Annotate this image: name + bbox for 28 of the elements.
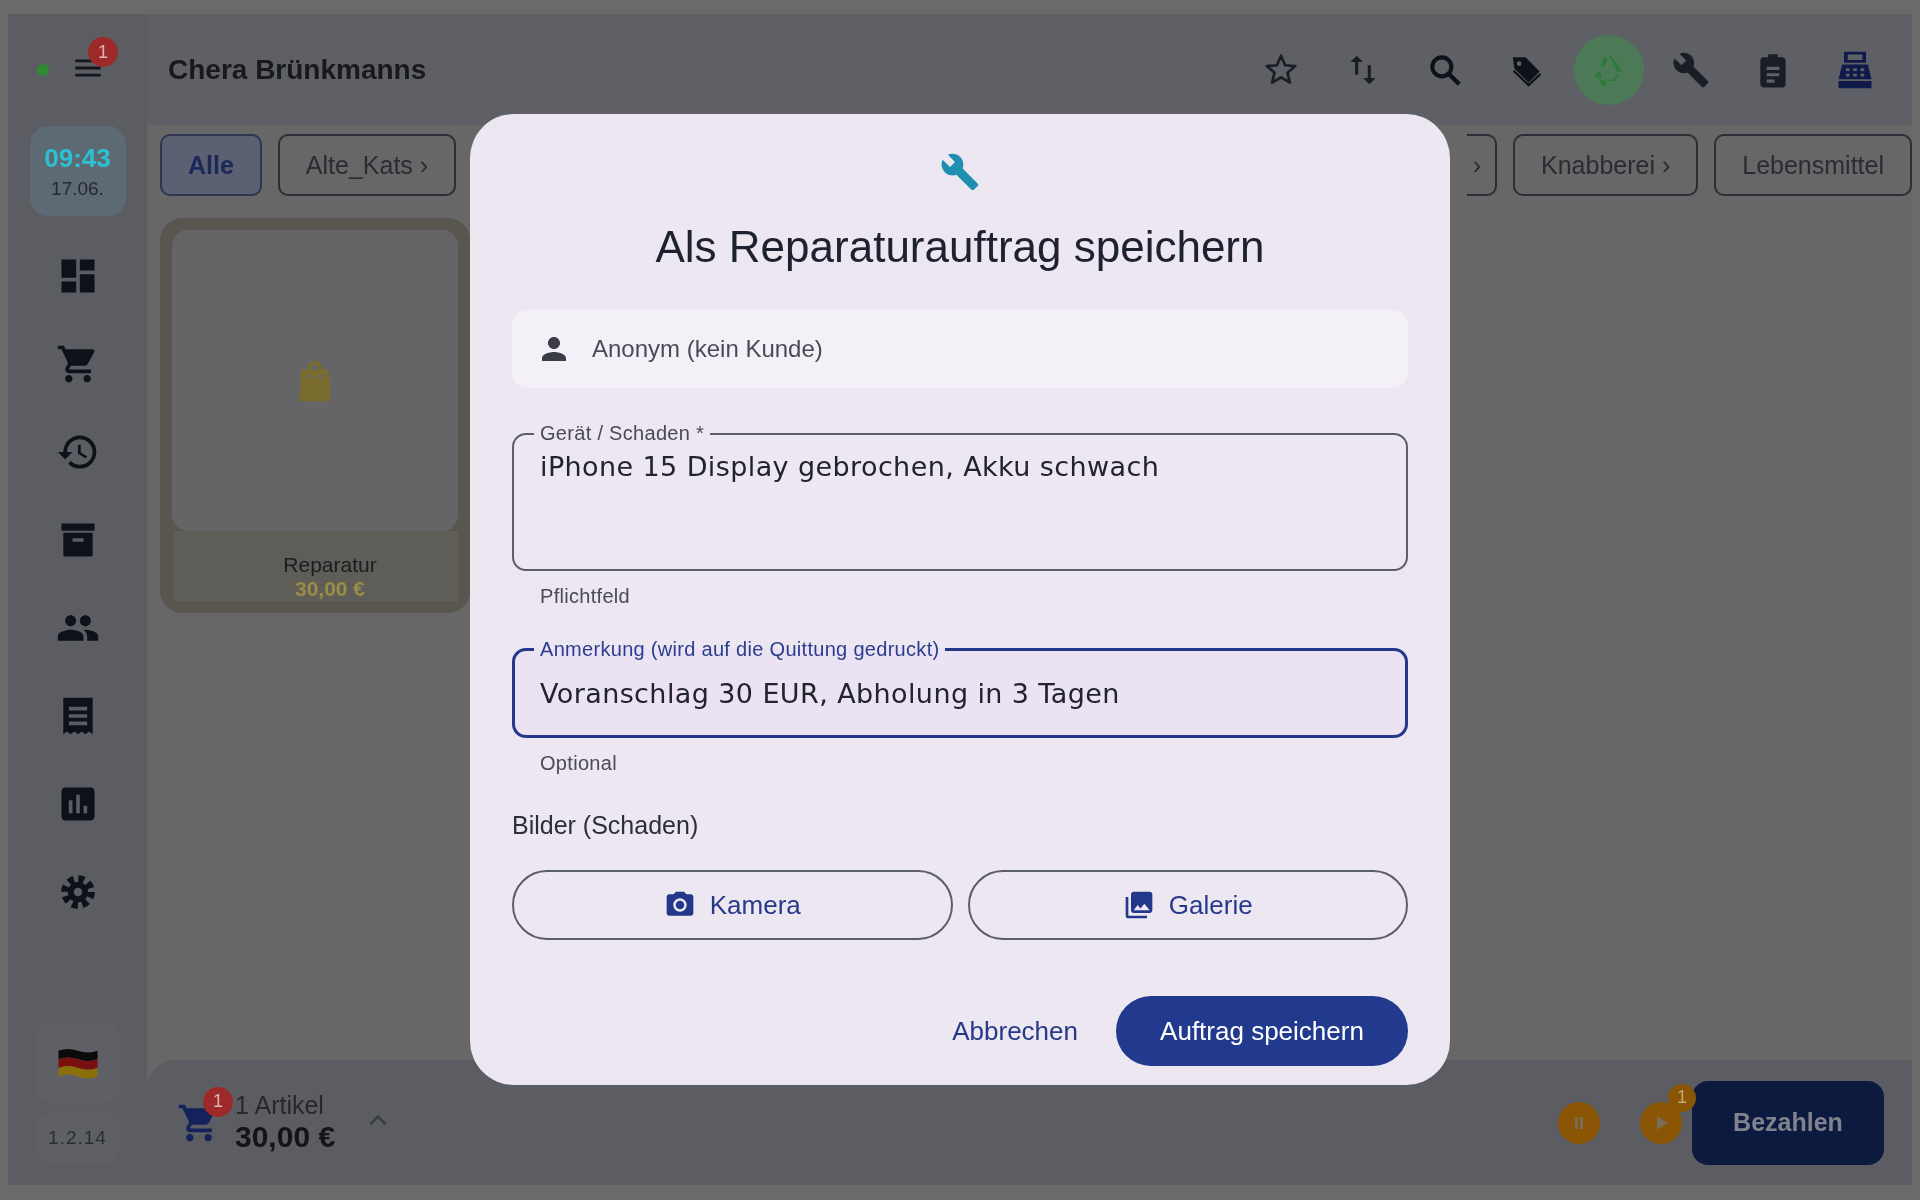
helper-text: Optional [540,752,618,775]
field-label: Anmerkung (wird auf die Quittung gedruckt) [540,638,940,660]
clock-time: 09:43 [44,142,111,174]
cart-badge: 1 [203,1086,233,1117]
camera-button[interactable]: Kamera [512,870,953,940]
user-name: Chera Brünkmanns [168,53,428,86]
text-input[interactable]: iPhone 15 Display gebrochen, Akku schwach [540,451,1380,551]
parked-badge: 1 [1668,1083,1696,1112]
images-label: Bilder (Schaden) [512,811,700,840]
wrench-icon [1672,50,1710,89]
notification-badge: 1 [88,37,118,67]
wrench-icon [940,152,980,192]
dialog-title: Als Reparaturauftrag speichern [655,222,1265,272]
cancel-button[interactable]: Abbrechen [944,1005,1086,1057]
cart-total: 30,00 € [235,1120,336,1154]
customer-selector[interactable]: Anonym (kein Kunde) [512,310,1408,388]
helper-text: Pflichtfeld [540,585,631,608]
product-name: Reparatur [283,553,377,577]
pay-button[interactable]: Bezahlen [1692,1080,1884,1165]
text-input[interactable]: Voranschlag 30 EUR, Abholung in 3 Tagen [540,663,1380,723]
save-order-button[interactable]: Auftrag speichern [1116,996,1408,1066]
input-field[interactable]: Anmerkung (wird auf die Quittung gedruckt) Voranschlag 30 EUR, Abholung in 3 Tagen [512,638,1408,738]
field-label: Gerät / Schaden * [540,422,705,444]
flag-icon [55,1047,100,1079]
product-price: 30,00 € [294,577,366,601]
input-field[interactable]: Gerät / Schaden * iPhone 15 Display gebrochen, Akku schwach [512,422,1408,571]
gallery-button[interactable]: Galerie [967,870,1408,940]
clock-date: 17.06. [51,177,104,200]
